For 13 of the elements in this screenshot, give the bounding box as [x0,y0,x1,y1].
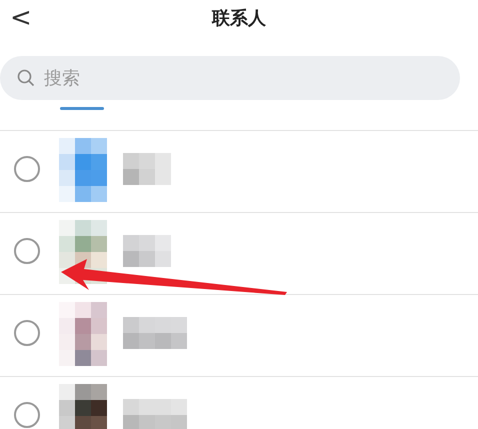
radio-button[interactable] [14,156,40,182]
blurred-name-drawing [123,317,187,349]
blurred-name-drawing [123,235,171,267]
radio-button[interactable] [14,320,40,346]
blurred-name-drawing [123,399,187,429]
radio-button[interactable] [14,402,40,428]
radio-button[interactable] [14,238,40,264]
page-title: 联系人 [212,7,266,30]
blurred-name-drawing [123,153,171,185]
highlight-bar [60,107,104,110]
back-button[interactable]: < [6,3,36,33]
search-field[interactable]: 搜索 [0,56,460,100]
search-icon [17,69,35,87]
